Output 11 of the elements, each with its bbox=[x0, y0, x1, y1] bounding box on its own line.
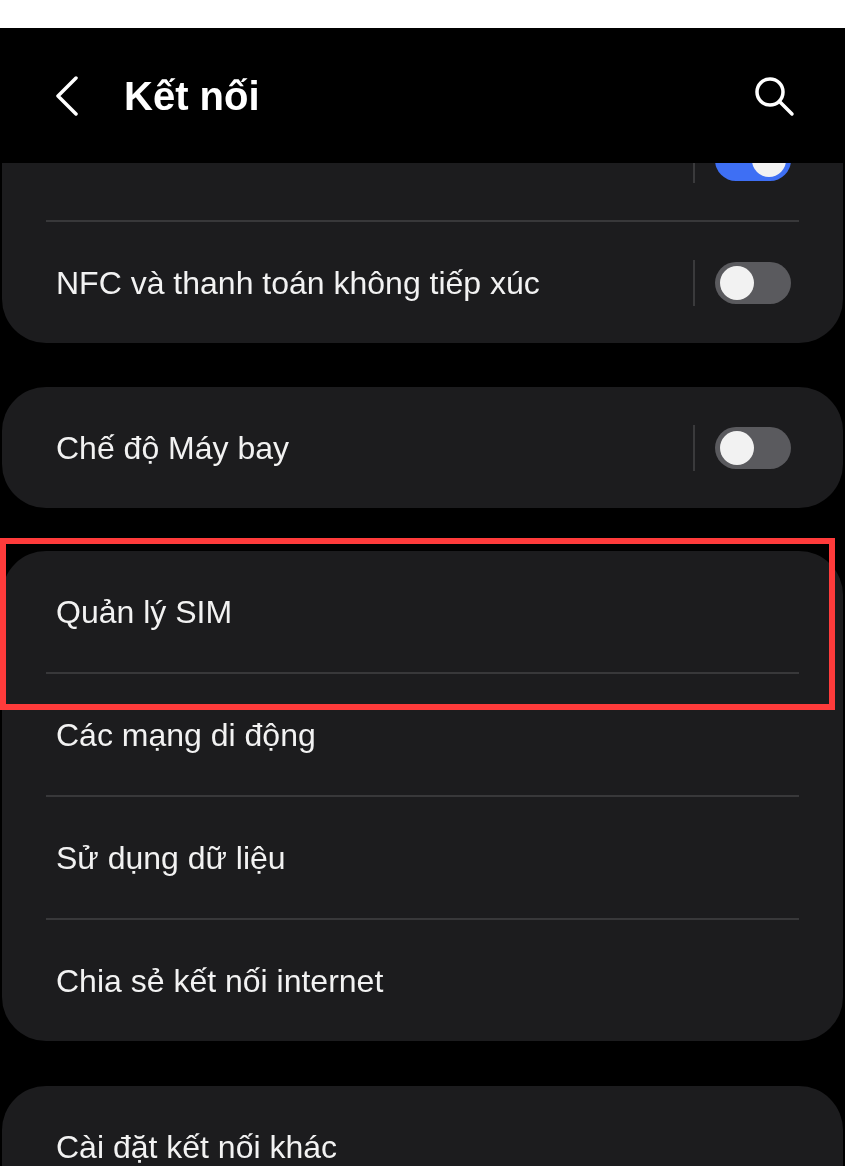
setting-label[interactable]: Quản lý SIM bbox=[56, 591, 233, 632]
page-title: Kết nối bbox=[124, 72, 260, 120]
setting-label[interactable]: NFC và thanh toán không tiếp xúc bbox=[56, 262, 540, 303]
setting-label[interactable]: Chia sẻ kết nối internet bbox=[56, 960, 384, 1001]
toggle-switch[interactable] bbox=[715, 261, 791, 304]
setting-label[interactable]: Chế độ Máy bay bbox=[56, 427, 289, 468]
toggle-switch[interactable] bbox=[715, 426, 791, 469]
setting-label[interactable]: Sử dụng dữ liệu bbox=[56, 837, 286, 878]
search-icon[interactable] bbox=[753, 74, 795, 117]
setting-label[interactable]: Các mạng di động bbox=[56, 714, 316, 755]
setting-label[interactable]: Cài đặt kết nối khác bbox=[56, 1126, 338, 1166]
